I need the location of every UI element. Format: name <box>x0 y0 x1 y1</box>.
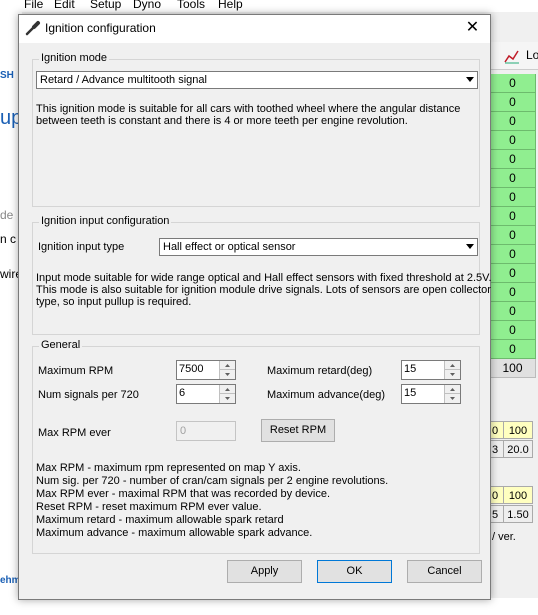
menu-file[interactable]: File <box>24 0 43 11</box>
ok-button[interactable]: OK <box>317 560 392 583</box>
dialog-title: Ignition configuration <box>45 21 156 35</box>
max-rpm-ever-label: Max RPM ever <box>38 427 111 439</box>
general-group: General Maximum RPM 7500 Maximum retard(… <box>32 339 480 554</box>
chart-icon[interactable] <box>504 48 520 64</box>
background-fragment: wire <box>0 267 20 281</box>
max-rpm-label: Maximum RPM <box>38 365 114 377</box>
close-icon[interactable]: ✕ <box>455 15 490 43</box>
background-cell: 1.50 <box>503 505 533 523</box>
background-menubar: File Edit Setup Dyno Tools Help <box>0 0 538 12</box>
max-advance-value: 15 <box>404 387 417 399</box>
num-signals-stepper[interactable]: 6 <box>176 384 236 404</box>
background-grid-cell: 0 <box>490 169 536 188</box>
spin-up-icon[interactable] <box>220 385 235 394</box>
general-help-line: Max RPM ever - maximal RPM that was reco… <box>36 488 331 500</box>
background-grid-cell: 0 <box>490 207 536 226</box>
background-fragment: up <box>0 107 20 129</box>
background-grid-cell: 0 <box>490 264 536 283</box>
menu-tools[interactable]: Tools <box>177 0 205 11</box>
general-help-line: Maximum retard - maximum allowable spark… <box>36 514 284 526</box>
max-rpm-spin-buttons <box>219 361 235 379</box>
background-fragment: n c <box>0 232 17 246</box>
wrench-icon <box>25 20 41 36</box>
input-config-description-line: type, so input pullup is required. <box>36 296 192 308</box>
general-help-line: Maximum advance - maximum allowable spar… <box>36 527 313 539</box>
background-map-grid: 0 0 0 0 0 0 0 0 0 0 0 0 0 0 0 100 <box>490 74 538 394</box>
input-config-description-line: Input mode suitable for wide range optic… <box>36 272 492 284</box>
toolbar-text: Lo <box>526 48 538 62</box>
background-fragment: SH <box>0 70 14 81</box>
general-help-line: Num sig. per 720 - number of cran/cam si… <box>36 475 389 487</box>
background-grid-cell: 0 <box>490 188 536 207</box>
background-cell: 20.0 <box>503 440 533 458</box>
background-grid-cell: 0 <box>490 226 536 245</box>
spin-up-icon[interactable] <box>445 361 460 370</box>
ignition-mode-description-line: between teeth is constant and there is 4… <box>36 115 408 127</box>
background-grid-cell: 0 <box>490 93 536 112</box>
ignition-configuration-dialog: Ignition configuration ✕ Ignition mode R… <box>18 14 492 600</box>
background-cell: 100 <box>503 486 533 504</box>
ignition-mode-legend: Ignition mode <box>39 52 110 64</box>
ignition-input-type-label: Ignition input type <box>38 241 125 253</box>
num-signals-value: 6 <box>179 387 186 399</box>
background-fragment: de <box>0 208 14 222</box>
menu-help[interactable]: Help <box>218 0 243 11</box>
spin-up-icon[interactable] <box>220 361 235 370</box>
background-grid-cell: 0 <box>490 302 536 321</box>
background-ver-text: / ver. <box>492 531 516 543</box>
input-config-group: Ignition input configuration Ignition in… <box>32 215 492 335</box>
chevron-down-icon[interactable] <box>462 240 476 254</box>
spin-up-icon[interactable] <box>445 385 460 394</box>
background-grid-cell: 0 <box>490 131 536 150</box>
max-retard-stepper[interactable]: 15 <box>401 360 461 380</box>
background-grid-cell: 0 <box>490 150 536 169</box>
max-rpm-value: 7500 <box>179 363 204 375</box>
dialog-titlebar[interactable]: Ignition configuration ✕ <box>19 15 490 43</box>
max-retard-spin-buttons <box>444 361 460 379</box>
max-advance-stepper[interactable]: 15 <box>401 384 461 404</box>
spin-down-icon[interactable] <box>445 370 460 379</box>
max-rpm-ever-field: 0 <box>176 421 236 441</box>
menu-edit[interactable]: Edit <box>54 0 75 11</box>
max-retard-label: Maximum retard(deg) <box>267 365 373 377</box>
background-fragment: ehm <box>0 575 20 586</box>
max-retard-value: 15 <box>404 363 417 375</box>
num-signals-label: Num signals per 720 <box>38 389 139 401</box>
input-config-description-line: This mode is also suitable for ignition … <box>36 284 491 296</box>
background-grid-cell: 100 <box>490 359 536 378</box>
ignition-mode-selected: Retard / Advance multitooth signal <box>40 74 207 86</box>
max-advance-label: Maximum advance(deg) <box>267 389 385 401</box>
background-grid-cell: 0 <box>490 112 536 131</box>
spin-down-icon[interactable] <box>445 394 460 403</box>
spin-down-icon[interactable] <box>220 394 235 403</box>
ignition-mode-description-line: This ignition mode is suitable for all c… <box>36 103 461 115</box>
general-help-line: Max RPM - maximum rpm represented on map… <box>36 462 301 474</box>
background-grid-cell: 0 <box>490 321 536 340</box>
menu-setup[interactable]: Setup <box>90 0 121 11</box>
menu-dyno[interactable]: Dyno <box>133 0 161 11</box>
num-signals-spin-buttons <box>219 385 235 403</box>
background-cell: 100 <box>503 421 533 439</box>
spin-down-icon[interactable] <box>220 370 235 379</box>
background-grid-cell: 0 <box>490 245 536 264</box>
background-toolbar: Lo <box>490 42 538 70</box>
general-legend: General <box>39 339 83 351</box>
input-config-legend: Ignition input configuration <box>39 215 172 227</box>
ignition-input-type-select[interactable]: Hall effect or optical sensor <box>159 238 478 256</box>
background-grid-cell: 0 <box>490 340 536 359</box>
reset-rpm-button[interactable]: Reset RPM <box>261 419 335 442</box>
ignition-input-type-selected: Hall effect or optical sensor <box>163 241 296 253</box>
apply-button[interactable]: Apply <box>227 560 302 583</box>
background-grid-cell: 0 <box>490 74 536 93</box>
ignition-mode-select[interactable]: Retard / Advance multitooth signal <box>36 71 478 89</box>
cancel-button[interactable]: Cancel <box>407 560 482 583</box>
max-advance-spin-buttons <box>444 385 460 403</box>
background-grid-cell: 0 <box>490 283 536 302</box>
general-help-line: Reset RPM - reset maximum RPM ever value… <box>36 501 262 513</box>
background-statusbar <box>0 598 538 615</box>
max-rpm-stepper[interactable]: 7500 <box>176 360 236 380</box>
ignition-mode-group: Ignition mode Retard / Advance multitoot… <box>32 52 480 207</box>
chevron-down-icon[interactable] <box>462 73 476 87</box>
